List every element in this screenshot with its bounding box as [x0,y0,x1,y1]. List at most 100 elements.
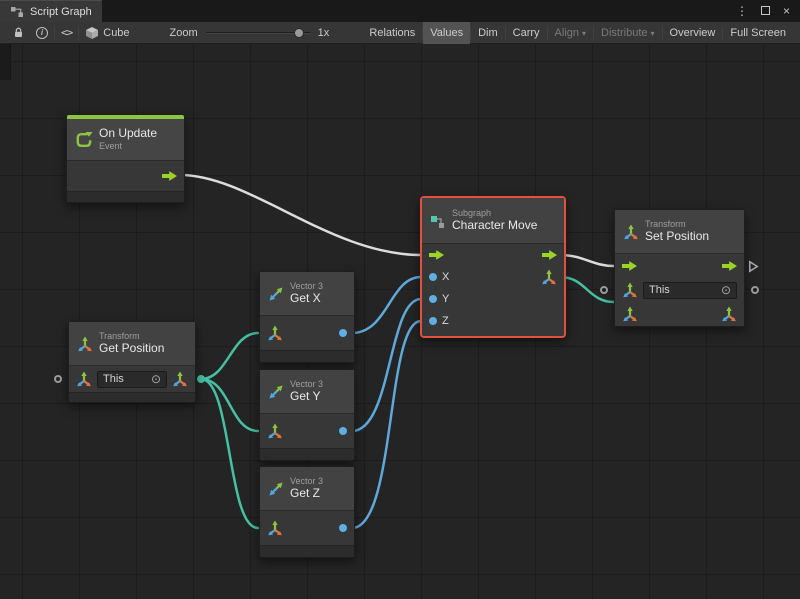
zoom-slider-handle[interactable] [294,28,304,38]
subgraph-icon [430,213,446,229]
dropdown-caret-icon: ▾ [582,29,586,38]
y-input-port[interactable] [429,295,437,303]
toolbar-button-relations[interactable]: Relations [362,22,422,44]
toolbar-button-overview[interactable]: Overview [663,22,723,44]
toolbar-button-carry[interactable]: Carry [506,22,547,44]
node-get-x[interactable]: Vector 3 Get X [259,271,355,363]
button-label: Align [555,27,579,39]
flow-input-port[interactable] [622,261,637,272]
loop-icon [75,131,93,149]
node-subtitle: Event [99,141,157,151]
wire-getposition-to-gety[interactable] [201,379,258,431]
node-title: Get X [290,292,323,306]
button-label: Dim [478,27,498,39]
value-output-port[interactable] [339,329,347,337]
node-on-update[interactable]: On Update Event [66,114,185,203]
wire-onupdate-to-charactermove[interactable] [180,175,421,255]
vector-input-icon[interactable] [267,520,283,536]
z-input-port[interactable] [429,317,437,325]
vector-output-icon[interactable] [172,371,188,387]
kebab-menu-icon[interactable]: ⋮ [736,5,748,17]
object-picker-icon[interactable]: ⊙ [151,373,161,385]
transform-port-icon [76,371,92,387]
node-character-move[interactable]: Subgraph Character Move X Y Z [420,196,566,338]
node-get-position[interactable]: Transform Get Position This ⊙ [68,321,196,403]
flow-output-port[interactable] [722,261,737,272]
this-object-field[interactable]: This ⊙ [643,282,737,299]
button-label: Carry [513,27,540,39]
node-title: Get Y [290,390,323,404]
info-icon: i [36,27,48,39]
toolbar-button-align: Align ▾ [548,22,593,44]
object-picker-icon[interactable]: ⊙ [721,284,731,296]
value-output-port[interactable] [339,427,347,435]
button-label: Full Screen [730,27,786,39]
wire-getposition-to-getz[interactable] [201,379,258,528]
button-label: Distribute [601,27,647,39]
value-output-port[interactable] [751,286,759,294]
graph-toolbar: i <> Cube Zoom 1x Relations Values Dim C… [0,22,800,44]
node-set-position[interactable]: Transform Set Position This ⊙ [614,209,745,327]
flow-input-port[interactable] [429,250,444,261]
button-label: Values [430,27,463,39]
port-label-z: Z [442,315,449,327]
toolbar-button-dim[interactable]: Dim [471,22,505,44]
maximize-icon[interactable] [761,5,770,17]
x-input-port[interactable] [429,273,437,281]
vector-input-icon[interactable] [267,325,283,341]
port-label-x: X [442,271,449,283]
lock-icon [13,27,24,39]
transform-port-icon [622,282,638,298]
position-input-icon[interactable] [622,306,638,322]
toolbar-button-fullscreen[interactable]: Full Screen [723,22,793,44]
info-button[interactable]: i [30,22,54,44]
this-field-value: This [649,284,670,296]
toolbar-button-distribute: Distribute ▾ [594,22,661,44]
node-title: On Update [99,127,157,141]
node-title: Get Position [99,342,164,356]
edit-script-button[interactable]: <> [55,22,78,44]
wire-getz-to-z[interactable] [352,321,421,528]
window-tab-bar: Script Graph ⋮ × [0,0,800,22]
wire-getposition-to-getx[interactable] [201,333,258,379]
vector-input-icon[interactable] [267,423,283,439]
target-object[interactable]: Cube [79,22,135,44]
value-output-port[interactable] [339,524,347,532]
close-icon[interactable]: × [783,5,790,17]
wire-charactermove-to-setposition[interactable] [560,255,614,266]
next-flow-indicator-icon [748,260,759,273]
flow-output-port[interactable] [162,171,177,182]
node-footer [67,191,184,202]
tab-script-graph[interactable]: Script Graph [0,0,102,22]
node-footer [260,350,354,362]
transform-icon [77,336,93,352]
port-label-y: Y [442,293,449,305]
node-title: Get Z [290,487,323,501]
vector3-icon [268,286,284,302]
this-input-port[interactable] [54,375,62,383]
zoom-slider[interactable] [206,32,310,34]
zoom-value: 1x [318,27,330,39]
code-icon: <> [61,26,72,39]
transform-icon [623,224,639,240]
vector3-icon [268,481,284,497]
zoom-label: Zoom [170,27,198,39]
vector-output-icon[interactable] [541,269,557,285]
this-object-field[interactable]: This ⊙ [97,371,167,388]
toolbar-button-values[interactable]: Values [423,22,470,44]
button-label: Overview [670,27,716,39]
node-get-z[interactable]: Vector 3 Get Z [259,466,355,558]
lock-button[interactable] [7,22,30,44]
tab-title: Script Graph [30,6,92,18]
graph-canvas[interactable]: On Update Event Subgraph Character Move [0,44,800,599]
flow-output-port[interactable] [542,250,557,261]
node-title: Set Position [645,230,709,244]
vector-output-icon[interactable] [721,306,737,322]
getposition-output-port[interactable] [197,375,205,383]
maximize-glyph [761,6,770,15]
node-get-y[interactable]: Vector 3 Get Y [259,369,355,461]
wire-gety-to-y[interactable] [352,299,421,431]
node-footer [69,392,195,402]
node-footer [260,545,354,557]
this-input-port[interactable] [600,286,608,294]
